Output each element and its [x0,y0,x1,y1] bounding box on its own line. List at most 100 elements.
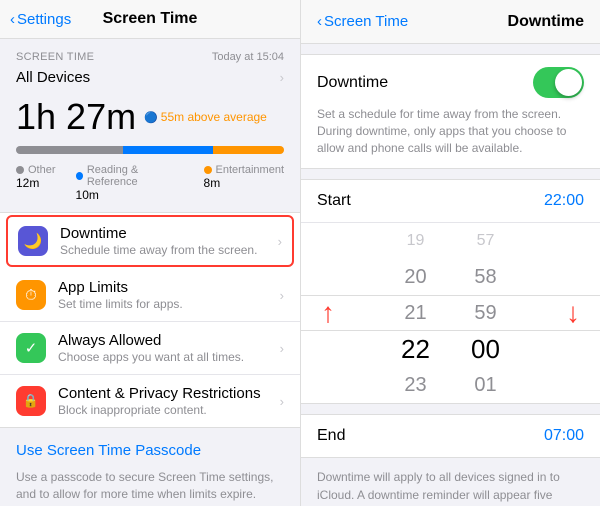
passcode-desc: Use a passcode to secure Screen Time set… [0,465,300,506]
left-nav-title: Screen Time [103,10,198,28]
picker-up-arrow-icon: ↑ [321,297,335,329]
downtime-text: Downtime Schedule time away from the scr… [60,225,278,257]
screen-time-back-button[interactable]: ‹ Screen Time [317,13,408,30]
picker-min-00-selected: 00 [451,331,521,367]
category-other-time: 12m [16,176,56,190]
picker-hour-22-selected: 22 [381,331,451,367]
avg-text: 55m above average [161,110,267,124]
category-other-label: Other [16,164,56,176]
bottom-desc: Downtime will apply to all devices signe… [301,458,600,506]
settings-back-button[interactable]: ‹ Settings [10,11,71,28]
category-other: Other 12m [16,164,56,202]
always-allowed-title: Always Allowed [58,332,280,349]
chevron-left-icon: ‹ [10,11,15,28]
left-nav-bar: ‹ Settings Screen Time [0,0,300,39]
right-nav-title: Downtime [508,13,584,31]
category-reading-label: Reading & Reference [76,164,184,188]
downtime-icon-symbol: 🌙 [24,232,43,250]
menu-item-content-privacy[interactable]: 🔒 Content & Privacy Restrictions Block i… [0,375,300,427]
left-panel: ‹ Settings Screen Time SCREEN TIME Today… [0,0,300,506]
picker-min-57: 57 [451,223,521,259]
right-content: Downtime Set a schedule for time away fr… [301,44,600,506]
content-privacy-icon-symbol: 🔒 [23,393,39,409]
screen-time-header: SCREEN TIME Today at 15:04 [0,39,300,67]
category-entertainment-dot [204,166,212,174]
picker-min-01: 01 [451,367,521,403]
category-entertainment: Entertainment 8m [204,164,284,202]
downtime-toggle-section: Downtime Set a schedule for time away fr… [301,54,600,169]
passcode-link[interactable]: Use Screen Time Passcode [0,428,300,465]
downtime-toggle-switch[interactable] [533,67,584,98]
picker-hour-23: 23 [381,367,451,403]
downtime-subtitle: Schedule time away from the screen. [60,243,278,257]
toggle-knob [555,69,582,96]
picker-minutes-col: 57 58 59 00 01 02 [451,223,521,403]
content-privacy-title: Content & Privacy Restrictions [58,385,280,402]
start-value: 22:00 [544,192,584,210]
toggle-row: Downtime [317,67,584,98]
downtime-chevron-icon: › [278,234,282,249]
menu-list: 🌙 Downtime Schedule time away from the s… [0,212,300,428]
start-time-row[interactable]: Start 22:00 [301,180,600,223]
picker-hour-21: 21 [381,295,451,331]
content-privacy-subtitle: Block inappropriate content. [58,403,280,417]
picker-hour-20: 20 [381,259,451,295]
right-back-label: Screen Time [324,13,408,30]
downtime-toggle-label: Downtime [317,74,388,92]
usage-progress-bar [16,146,284,154]
downtime-icon: 🌙 [18,226,48,256]
end-value: 07:00 [544,427,584,445]
category-reading-time: 10m [76,188,184,202]
usage-time: 1h 27m [16,96,136,138]
devices-row[interactable]: All Devices › [0,67,300,94]
picker-container: 19 20 21 22 23 00 57 58 59 00 01 02 [317,223,584,403]
always-allowed-icon-symbol: ✓ [25,339,38,357]
app-limits-chevron-icon: › [280,288,284,303]
picker-min-58: 58 [451,259,521,295]
right-chevron-left-icon: ‹ [317,13,322,30]
category-reading-dot [76,172,83,180]
content-privacy-chevron-icon: › [280,394,284,409]
category-other-dot [16,166,24,174]
screen-time-date: Today at 15:04 [212,51,284,63]
time-picker[interactable]: ↑ ↓ 19 20 21 22 23 00 57 [301,223,600,403]
devices-label: All Devices [16,69,90,86]
right-nav-bar: ‹ Screen Time Downtime [301,0,600,44]
app-limits-icon: ⏱ [16,280,46,310]
end-label: End [317,427,345,445]
picker-min-59: 59 [451,295,521,331]
screen-time-section-label: SCREEN TIME [16,51,94,63]
categories-row: Other 12m Reading & Reference 10m Entert… [0,160,300,212]
category-entertainment-label: Entertainment [204,164,284,176]
chevron-right-icon: › [280,70,284,85]
menu-item-always-allowed[interactable]: ✓ Always Allowed Choose apps you want at… [0,322,300,375]
app-limits-subtitle: Set time limits for apps. [58,297,280,311]
content-privacy-text: Content & Privacy Restrictions Block ina… [58,385,280,417]
always-allowed-text: Always Allowed Choose apps you want at a… [58,332,280,364]
content-privacy-icon: 🔒 [16,386,46,416]
usage-average: 🔵 55m above average [144,110,267,124]
category-reading: Reading & Reference 10m [76,164,184,202]
picker-hours-col: 19 20 21 22 23 00 [381,223,451,403]
downtime-toggle-desc: Set a schedule for time away from the sc… [317,106,584,156]
bar-other [16,146,123,154]
right-panel: ‹ Screen Time Downtime Downtime Set a sc… [300,0,600,506]
bar-entertainment [213,146,284,154]
app-limits-text: App Limits Set time limits for apps. [58,279,280,311]
progress-bar-container [0,142,300,160]
picker-down-arrow-icon: ↓ [566,297,580,329]
usage-row: 1h 27m 🔵 55m above average [0,94,300,142]
back-label: Settings [17,11,71,28]
picker-hour-19: 19 [381,223,451,259]
start-time-section: Start 22:00 ↑ ↓ 19 20 21 22 23 [301,179,600,404]
always-allowed-icon: ✓ [16,333,46,363]
menu-item-app-limits[interactable]: ⏱ App Limits Set time limits for apps. › [0,269,300,322]
arrow-up-icon: 🔵 [144,111,158,124]
downtime-title: Downtime [60,225,278,242]
end-time-row[interactable]: End 07:00 [301,414,600,458]
bar-reading [123,146,212,154]
menu-item-downtime[interactable]: 🌙 Downtime Schedule time away from the s… [6,215,294,267]
start-label: Start [317,192,351,210]
category-entertainment-time: 8m [204,176,284,190]
app-limits-icon-symbol: ⏱ [25,287,37,304]
